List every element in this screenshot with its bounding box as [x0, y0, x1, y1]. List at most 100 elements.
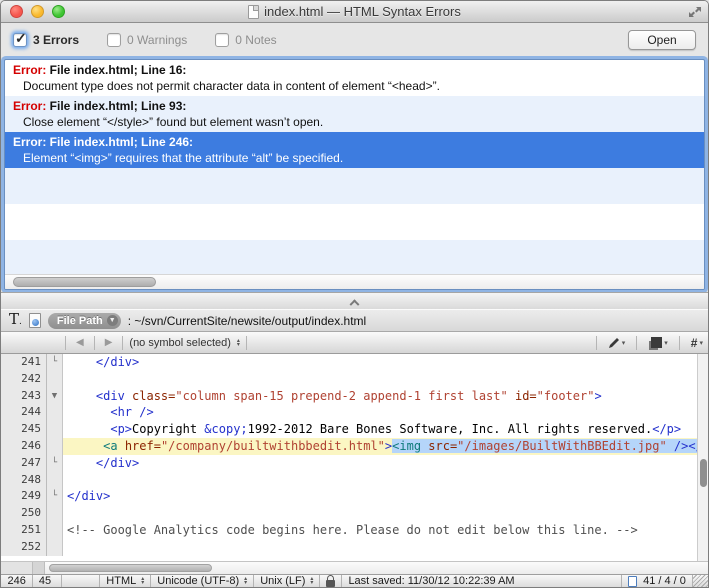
lock-icon — [326, 580, 335, 587]
function-navigation-bar: ◀ ▶ (no symbol selected) ▴▾ ▾ ▾ # ▾ — [1, 332, 708, 354]
code-line[interactable]: 248 — [1, 472, 708, 489]
bbedit-syntax-errors-window: index.html — HTML Syntax Errors ✓ 3 Erro… — [0, 0, 709, 588]
encoding-popup[interactable]: Unicode (UTF-8) ▴▾ — [151, 575, 254, 587]
resize-grip-icon[interactable] — [693, 575, 708, 587]
warnings-filter-checkbox[interactable]: 0 Warnings — [107, 33, 187, 47]
fold-marker-icon[interactable]: ▼ — [47, 388, 63, 405]
editor-vertical-scrollbar[interactable] — [697, 354, 708, 561]
line-endings-popup-label: Unix (LF) — [260, 575, 305, 587]
error-row-header: Error: File index.html; Line 16: — [13, 62, 696, 78]
errors-filter-checkbox[interactable]: ✓ 3 Errors — [13, 33, 79, 47]
error-label: Error: — [13, 63, 46, 77]
error-row-header: Error: File index.html; Line 246: — [13, 134, 696, 150]
code-line[interactable]: 245 <p>Copyright &copy;1992-2012 Bare Bo… — [1, 421, 708, 438]
code-line-text: <!-- Google Analytics code begins here. … — [63, 522, 708, 539]
encoding-popup-label: Unicode (UTF-8) — [157, 575, 239, 587]
fold-marker-icon: └ — [47, 488, 63, 505]
code-line[interactable]: 241└ </div> — [1, 354, 708, 371]
code-line[interactable]: 243▼ <div class="column span-15 prepend-… — [1, 388, 708, 405]
code-token: "column span-15 prepend-2 append-1 first… — [175, 389, 507, 403]
code-token — [67, 439, 103, 453]
code-token — [508, 389, 515, 403]
hash-icon: # — [691, 336, 698, 350]
text-options-icon[interactable]: T. — [9, 312, 22, 329]
error-list-horizontal-scrollbar[interactable] — [5, 274, 704, 289]
open-button[interactable]: Open — [628, 30, 696, 50]
forward-arrow-icon[interactable]: ▶ — [101, 337, 117, 348]
line-number: 241 — [1, 354, 47, 371]
fullscreen-icon[interactable] — [688, 5, 702, 19]
horizontal-scrollbar-thumb[interactable] — [49, 564, 212, 572]
code-token: id= — [515, 389, 537, 403]
code-token: /> — [667, 439, 689, 453]
splitter-handle[interactable] — [1, 292, 708, 309]
code-editor[interactable]: 241└ </div>242243▼ <div class="column sp… — [1, 354, 708, 561]
title-document-icon — [248, 5, 259, 19]
code-line-text: <div class="column span-15 prepend-2 app… — [63, 388, 708, 405]
file-path-text: : ~/svn/CurrentSite/newsite/output/index… — [128, 314, 366, 328]
notes-checkbox-box[interactable] — [215, 33, 229, 47]
pencil-menu[interactable]: ▾ — [603, 337, 631, 349]
symbol-popup[interactable]: (no symbol selected) ▴▾ — [129, 337, 240, 349]
fold-marker-icon: └ — [47, 354, 63, 371]
code-token: <hr /> — [110, 405, 153, 419]
code-line[interactable]: 247└ </div> — [1, 455, 708, 472]
documents-menu[interactable]: ▾ — [643, 337, 673, 348]
checkmark-icon: ✓ — [15, 30, 27, 47]
code-line[interactable]: 242 — [1, 371, 708, 388]
symbol-popup-label: (no symbol selected) — [129, 337, 231, 349]
line-number: 249 — [1, 488, 47, 505]
code-line[interactable]: 250 — [1, 505, 708, 522]
error-list[interactable]: Error: File index.html; Line 16:Document… — [4, 59, 705, 290]
code-token — [67, 405, 110, 419]
code-token: "/company/builtwithbbedit.html" — [161, 439, 385, 453]
code-line[interactable]: 244 <hr /> — [1, 404, 708, 421]
error-row-detail: Element “<img>” requires that the attrib… — [13, 150, 696, 166]
file-path-dropdown[interactable]: File Path ▼ — [48, 313, 121, 329]
chevron-down-icon: ▾ — [664, 339, 668, 347]
error-list-container: Error: File index.html; Line 16:Document… — [1, 57, 708, 292]
warnings-checkbox-box[interactable] — [107, 33, 121, 47]
status-current-line: 246 — [1, 575, 33, 587]
close-button[interactable] — [10, 5, 23, 18]
warnings-filter-label: 0 Warnings — [127, 33, 187, 47]
zoom-button[interactable] — [52, 5, 65, 18]
error-row[interactable]: Error: File index.html; Line 93:Close el… — [5, 96, 704, 132]
error-row[interactable]: Error: File index.html; Line 16:Document… — [5, 60, 704, 96]
empty-list-row — [5, 204, 704, 240]
notes-filter-checkbox[interactable]: 0 Notes — [215, 33, 276, 47]
error-row[interactable]: Error: File index.html; Line 246:Element… — [5, 132, 704, 168]
marker-menu[interactable]: # ▾ — [686, 336, 708, 350]
error-row-detail: Document type does not permit character … — [13, 78, 696, 94]
window-controls — [10, 5, 65, 18]
code-line[interactable]: 249└</div> — [1, 488, 708, 505]
back-arrow-icon[interactable]: ◀ — [72, 337, 88, 348]
code-line-text: </div> — [63, 354, 708, 371]
lock-status[interactable] — [320, 575, 342, 587]
vertical-scrollbar-thumb[interactable] — [700, 459, 707, 487]
code-line[interactable]: 246 <a href="/company/builtwithbbedit.ht… — [1, 438, 708, 455]
error-list-scrollbar-thumb[interactable] — [13, 277, 156, 287]
line-endings-popup[interactable]: Unix (LF) ▴▾ — [254, 575, 320, 587]
code-token: &copy; — [204, 422, 247, 436]
popup-stepper-icon: ▴▾ — [141, 577, 144, 585]
code-line[interactable]: 252 — [1, 539, 708, 556]
document-counts: 41 / 4 / 0 — [622, 575, 693, 587]
fold-gutter — [47, 522, 63, 539]
code-token: <div — [96, 389, 132, 403]
minimize-button[interactable] — [31, 5, 44, 18]
code-line[interactable]: 251<!-- Google Analytics code begins her… — [1, 522, 708, 539]
editor-horizontal-scrollbar[interactable] — [1, 561, 708, 574]
document-state-icon[interactable] — [29, 313, 41, 328]
last-saved-label: Last saved: 11/30/12 10:22:39 AM — [342, 575, 622, 587]
code-line-text — [63, 371, 708, 388]
language-popup[interactable]: HTML ▴▾ — [100, 575, 151, 587]
code-line-text — [63, 539, 708, 556]
errors-checkbox-box[interactable]: ✓ — [13, 33, 27, 47]
title-bar[interactable]: index.html — HTML Syntax Errors — [1, 1, 708, 23]
scrollbar-corner-widget — [1, 562, 33, 574]
code-token: > — [594, 389, 601, 403]
code-token: <img — [392, 439, 428, 453]
fold-gutter — [47, 438, 63, 455]
split-view-widget[interactable] — [33, 562, 45, 574]
